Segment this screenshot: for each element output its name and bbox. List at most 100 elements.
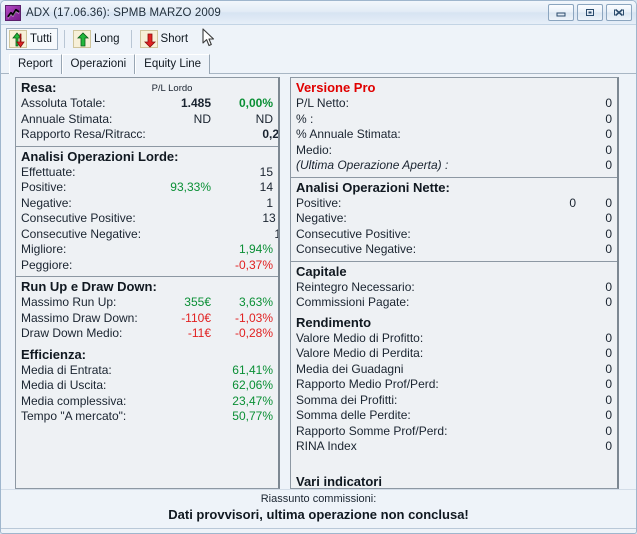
row-net-positive: Positive: 0 0 — [296, 196, 612, 212]
row-label: Positive: — [296, 195, 342, 210]
row-tempo-a-mercato: Tempo "A mercato": 50,77% — [21, 409, 273, 425]
row-rina-index: RINA Index 0 — [296, 439, 612, 455]
row-media-dei-guadagni: Media dei Guadagni 0 — [296, 362, 612, 378]
column-header-pl-lordo: x P/L Lordo — [21, 83, 273, 94]
row-net-consecutive-positive: Consecutive Positive: 0 — [296, 227, 612, 243]
toolbar: Tutti Long Short — [1, 25, 636, 52]
minimize-button[interactable] — [548, 4, 574, 21]
row-value: 3,63% — [238, 295, 273, 309]
row-consecutive-negative: Consecutive Negative: 1 — [21, 227, 278, 243]
column-header-label: P/L Lordo — [151, 83, 193, 94]
row-label: Assoluta Totale: — [21, 96, 106, 110]
row-net-negative: Negative: 0 — [296, 211, 612, 227]
row-label: Negative: — [21, 195, 72, 210]
row-label: Negative: — [296, 211, 347, 225]
tab-operazioni[interactable]: Operazioni — [61, 54, 136, 74]
row-peggiore: Peggiore: -0,37% — [21, 258, 273, 274]
row-massimo-draw-down: Massimo Draw Down: -110€ -1,03% — [21, 311, 273, 327]
row-value: 0 — [605, 158, 612, 172]
row-medio: Medio: 0 — [296, 143, 612, 159]
row-label: Valore Medio di Profitto: — [296, 330, 424, 345]
row-label: Somma dei Profitti: — [296, 392, 398, 407]
row-mid-value: -110€ — [181, 310, 211, 325]
toolbar-label-short: Short — [160, 32, 189, 45]
row-assoluta-totale: Assoluta Totale: 1.485 0,00% — [21, 96, 273, 112]
row-somma-delle-perdite: Somma delle Perdite: 0 — [296, 408, 612, 424]
group-title-run-up-draw-down: Run Up e Draw Down: — [21, 279, 157, 294]
toolbar-label-tutti: Tutti — [30, 32, 52, 45]
tab-equity-line[interactable]: Equity Line — [135, 54, 211, 74]
row-mid-value: 0 — [569, 195, 576, 210]
toolbar-button-short[interactable]: Short — [138, 28, 194, 50]
row-label: Media dei Guadagni — [296, 361, 404, 376]
tab-strip: Report Operazioni Equity Line — [1, 52, 636, 75]
row-value: 0 — [605, 279, 612, 294]
tab-report[interactable]: Report — [9, 54, 62, 75]
row-value: 1,94% — [238, 242, 273, 256]
row-label: Consecutive Negative: — [296, 242, 417, 256]
row-label: Media complessiva: — [21, 393, 127, 408]
provisional-data-warning: Dati provvisori, ultima operazione non c… — [168, 507, 469, 523]
row-net-consecutive-negative: Consecutive Negative: 0 — [296, 242, 612, 258]
window-title: ADX (17.06.36): SPMB MARZO 2009 — [26, 6, 221, 19]
row-value: -1,03% — [234, 310, 273, 325]
row-annuale-stimata: Annuale Stimata: ND ND — [21, 112, 273, 128]
row-label: RINA Index — [296, 439, 357, 453]
row-rapporto-resa-ritracc: Rapporto Resa/Ritracc: 0,23 — [21, 127, 278, 143]
toolbar-separator-2 — [130, 29, 132, 48]
restore-button[interactable] — [577, 4, 603, 21]
row-effettuate: Effettuate: 15 — [21, 165, 273, 181]
close-button[interactable] — [606, 4, 632, 21]
red-down-arrow-icon — [139, 29, 158, 48]
tab-operazioni-label: Operazioni — [70, 58, 127, 70]
toolbar-separator-1 — [63, 29, 65, 48]
row-label: Consecutive Positive: — [21, 211, 136, 225]
row-ultima-operazione-aperta: (Ultima Operazione Aperta) : 0 — [296, 158, 612, 174]
row-media-complessiva: Media complessiva: 23,47% — [21, 394, 273, 410]
toolbar-button-long[interactable]: Long — [71, 28, 125, 50]
row-massimo-run-up: Massimo Run Up: 355€ 3,63% — [21, 295, 273, 311]
row-migliore: Migliore: 1,94% — [21, 242, 273, 258]
row-value: 0 — [605, 377, 612, 391]
group-analisi-operazioni-lorde: Analisi Operazioni Lorde: Effettuate: 15… — [16, 145, 278, 277]
group-title-efficienza: Efficienza: — [21, 346, 87, 362]
window-controls — [548, 4, 634, 21]
row-value: ND — [255, 111, 273, 126]
gross-statistics-panel: Resa: x P/L Lordo Assoluta Totale: 1.485… — [15, 77, 280, 490]
row-value: 13 — [262, 211, 276, 225]
toolbar-button-tutti[interactable]: Tutti — [6, 27, 58, 50]
row-value: 0 — [605, 127, 612, 141]
commission-summary-label: Riassunto commissioni: — [260, 493, 377, 506]
row-label: Rapporto Resa/Ritracc: — [21, 127, 146, 141]
green-up-arrow-icon — [72, 29, 91, 48]
row-mid-value: 355€ — [184, 295, 211, 309]
row-value: 1 — [219, 227, 278, 243]
row-rapporto-medio-prof-perd: Rapporto Medio Prof/Perd: 0 — [296, 377, 612, 393]
row-label: Massimo Run Up: — [21, 295, 117, 309]
group-capitale-rendimento: Capitale Reintegro Necessario: 0 Commiss… — [291, 260, 617, 489]
row-somma-dei-profitti: Somma dei Profitti: 0 — [296, 393, 612, 409]
row-label: Effettuate: — [21, 164, 76, 179]
row-label: Commissioni Pagate: — [296, 295, 410, 309]
row-media-di-entrata: Media di Entrata: 61,41% — [21, 363, 273, 379]
title-bar: ADX (17.06.36): SPMB MARZO 2009 — [1, 1, 636, 25]
row-value: 0 — [605, 242, 612, 256]
row-negative: Negative: 1 — [21, 196, 273, 212]
row-positive: Positive: 93,33% 14 — [21, 180, 273, 196]
row-label: Positive: — [21, 180, 67, 194]
row-value: 1 — [266, 195, 273, 210]
row-value: 0 — [605, 142, 612, 157]
group-title-vari-indicatori: Vari indicatori — [296, 473, 382, 489]
group-run-up-draw-down: Run Up e Draw Down: Massimo Run Up: 355€… — [16, 276, 278, 428]
row-label: Rapporto Medio Prof/Perd: — [296, 377, 439, 391]
row-value: 0 — [605, 96, 612, 110]
row-label: Migliore: — [21, 242, 67, 256]
tab-report-label: Report — [18, 58, 53, 70]
row-label: P/L Netto: — [296, 96, 349, 110]
group-resa: Resa: x P/L Lordo Assoluta Totale: 1.485… — [16, 78, 278, 145]
mouse-pointer-icon — [202, 28, 216, 48]
row-rapporto-somme-prof-perd: Rapporto Somme Prof/Perd: 0 — [296, 424, 612, 440]
row-value: 0,00% — [238, 96, 273, 110]
up-down-arrows-icon — [9, 29, 27, 48]
row-value: 62,06% — [232, 378, 273, 392]
